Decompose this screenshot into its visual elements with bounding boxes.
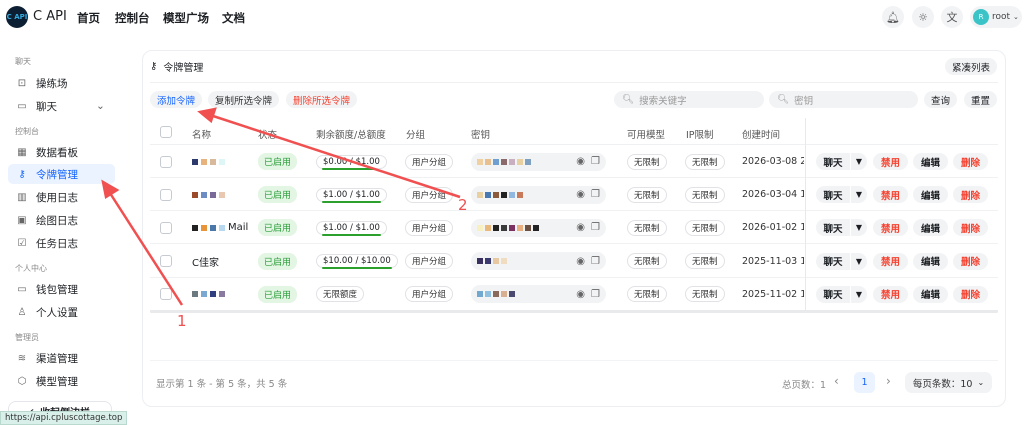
- annotation-arrow-2: [209, 113, 461, 199]
- annotation-label-2: 2: [458, 196, 468, 214]
- annotation-label-1: 1: [177, 312, 187, 330]
- annotation-arrows: [101, 107, 461, 306]
- annotation-arrowhead-1: [101, 179, 120, 200]
- annotation-arrowhead-2: [197, 107, 217, 124]
- annotation-arrow-1: [106, 189, 184, 306]
- status-bar-url: https://api.cpluscottage.top: [0, 411, 128, 425]
